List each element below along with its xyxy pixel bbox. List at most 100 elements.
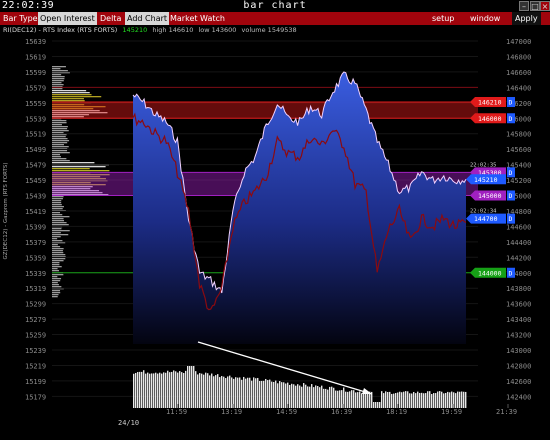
volume-bar [457, 391, 459, 408]
profile-bar [52, 244, 58, 246]
volume-bar [249, 377, 251, 408]
symbol-label: RI(DEC12) - RTS Index (RTS FORTS) [3, 26, 118, 34]
volume-bar [385, 391, 387, 408]
right-tick-label: 144400 [506, 239, 531, 247]
menu-bar-type[interactable]: Bar Type [3, 12, 38, 25]
left-tick-label: 15639 [25, 38, 46, 46]
right-tick-label: 142600 [506, 378, 531, 386]
tag-timestamp: 22:02:34 [470, 209, 497, 215]
volume-bar [199, 373, 201, 408]
profile-bar [52, 68, 61, 70]
volume-bar [309, 386, 311, 408]
volume-bar [399, 391, 401, 408]
volume-bar [231, 377, 233, 408]
profile-bar [52, 200, 62, 202]
menu-market-watch[interactable]: Market Watch [170, 12, 225, 25]
left-tick-label: 15259 [25, 332, 46, 340]
volume-bar [409, 393, 411, 408]
profile-bar [52, 96, 102, 98]
volume-bar [357, 392, 359, 408]
profile-bar [52, 268, 58, 270]
volume-bar [147, 372, 149, 408]
volume-bar [375, 402, 377, 408]
profile-bar [52, 222, 67, 224]
profile-bar [52, 290, 61, 292]
menu-delta[interactable]: Delta [100, 12, 121, 25]
volume-bar [167, 370, 169, 408]
time-tick-label: 11:59 [166, 408, 187, 416]
volume-bar [163, 372, 165, 408]
left-tick-label: 15179 [25, 393, 46, 401]
volume-bar [279, 381, 281, 408]
volume-bar [297, 384, 299, 408]
volume-bar [411, 393, 413, 408]
volume-bar [401, 392, 403, 408]
time-tick-label: 16:39 [331, 408, 352, 416]
chart-canvas[interactable]: 15639 15619 15599 15579 15559 15539 15519 15499… [0, 36, 550, 440]
volume-bar [447, 391, 449, 408]
profile-bar [52, 94, 92, 96]
menu-open-interest[interactable]: Open Interest [38, 12, 97, 25]
menu-add-chart[interactable]: Add Chart [125, 12, 170, 25]
volume-bar [391, 393, 393, 408]
maximize-icon[interactable]: □ [530, 1, 540, 11]
volume-bar [435, 393, 437, 408]
volume-bar [183, 372, 185, 408]
menu-bar: Bar Type Open Interest Delta Add Chart M… [0, 12, 550, 25]
volume-bar [139, 371, 141, 408]
volume-bar [195, 371, 197, 408]
profile-bar [52, 70, 68, 72]
left-tick-label: 15219 [25, 362, 46, 370]
profile-bar [52, 154, 61, 156]
volume-bar [251, 380, 253, 408]
profile-bar [52, 264, 60, 266]
profile-bar [52, 142, 68, 144]
profile-bar [52, 278, 62, 280]
minimize-icon[interactable]: – [519, 1, 529, 11]
volume-bar [137, 372, 139, 408]
profile-bar [52, 202, 62, 204]
volume-bar [293, 384, 295, 408]
volume-bar [445, 392, 447, 408]
profile-bar [52, 100, 85, 102]
right-tick-label: 143200 [506, 332, 531, 340]
volume-bar [191, 366, 193, 408]
profile-bar [52, 296, 58, 298]
volume-bar [193, 366, 195, 408]
volume-bar [441, 391, 443, 408]
volume-bar [247, 377, 249, 408]
resistance-zone [52, 102, 478, 119]
volume-bar [413, 391, 415, 408]
volume-bar [443, 393, 445, 408]
profile-bar [52, 124, 62, 126]
profile-bar [52, 166, 106, 168]
right-tick-label: 143800 [506, 285, 531, 293]
right-tick-label: 142800 [506, 362, 531, 370]
profile-bar [52, 90, 87, 92]
volume-bar [289, 384, 291, 408]
volume-bar [353, 390, 355, 408]
left-tick-label: 15499 [25, 146, 46, 154]
profile-bar [52, 232, 61, 234]
volume-bar [325, 388, 327, 408]
profile-bar [52, 218, 64, 220]
volume-bar [239, 377, 241, 408]
volume-bar [133, 373, 135, 408]
volume-bar [185, 370, 187, 408]
volume-bar [171, 371, 173, 408]
profile-bar [52, 266, 62, 268]
menu-window[interactable]: window [470, 12, 500, 25]
apply-button[interactable]: Apply [512, 12, 541, 25]
volume-bar [311, 384, 313, 408]
volume-bar [229, 375, 231, 408]
volume-bar [389, 391, 391, 408]
menu-setup[interactable]: setup [432, 12, 454, 25]
close-icon[interactable]: × [540, 1, 550, 11]
left-tick-label: 15579 [25, 84, 46, 92]
profile-bar [52, 262, 60, 264]
volume-bar [227, 376, 229, 408]
left-tick-label: 15439 [25, 193, 46, 201]
volume-bar [221, 375, 223, 408]
volume-bar [217, 374, 219, 408]
volume-bar [433, 393, 435, 408]
